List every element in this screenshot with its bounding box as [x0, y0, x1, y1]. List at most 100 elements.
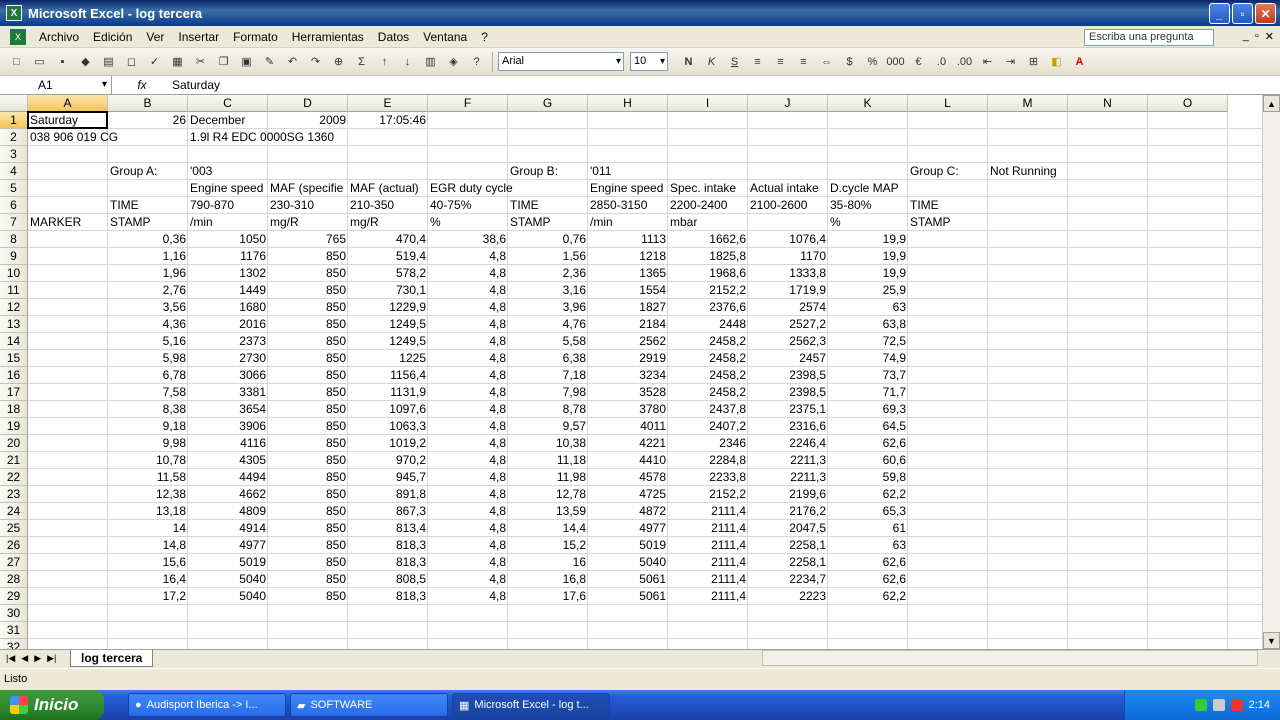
- cell-c6[interactable]: 790-870: [188, 197, 236, 214]
- cell-i29[interactable]: 2111,4: [668, 588, 748, 605]
- cell-i18[interactable]: 2437,8: [668, 401, 748, 418]
- name-box[interactable]: A1: [0, 75, 112, 95]
- cell-e5[interactable]: MAF (actual): [348, 180, 428, 197]
- cell-h25[interactable]: 4977: [588, 520, 668, 537]
- cell-e10[interactable]: 578,2: [348, 265, 428, 282]
- cell-b7[interactable]: STAMP: [108, 214, 152, 231]
- cell-g28[interactable]: 16,8: [508, 571, 588, 588]
- cell-b11[interactable]: 2,76: [108, 282, 188, 299]
- cell-c28[interactable]: 5040: [188, 571, 268, 588]
- volume-icon[interactable]: [1212, 699, 1225, 711]
- row-header-21[interactable]: 21: [0, 452, 28, 469]
- row-header-26[interactable]: 26: [0, 537, 28, 554]
- fill-color-icon[interactable]: ◧: [1046, 51, 1067, 72]
- cell-f8[interactable]: 38,6: [428, 231, 508, 248]
- cell-b4[interactable]: Group A:: [108, 163, 159, 180]
- cell-e8[interactable]: 470,4: [348, 231, 428, 248]
- merge-center-icon[interactable]: ⇔: [816, 51, 837, 72]
- spreadsheet-grid[interactable]: A B C D E F G H I J K L M N O 1 2 3 4 5 6 7 8 9 10 11 12 13 14 15 16 17…: [0, 95, 1262, 649]
- cell-f29[interactable]: 4,8: [428, 588, 508, 605]
- cell-k8[interactable]: 19,9: [828, 231, 908, 248]
- cell-c24[interactable]: 4809: [188, 503, 268, 520]
- cell-d16[interactable]: 850: [268, 367, 348, 384]
- scroll-up-arrow[interactable]: ▲: [1263, 95, 1280, 112]
- cell-k7[interactable]: %: [828, 214, 843, 231]
- cell-f20[interactable]: 4,8: [428, 435, 508, 452]
- cell-i26[interactable]: 2111,4: [668, 537, 748, 554]
- row-header-3[interactable]: 3: [0, 146, 28, 163]
- cell-d1[interactable]: 2009: [268, 112, 348, 129]
- cell-k22[interactable]: 59,8: [828, 469, 908, 486]
- cell-d24[interactable]: 850: [268, 503, 348, 520]
- cell-j20[interactable]: 2246,4: [748, 435, 828, 452]
- cell-b26[interactable]: 14,8: [108, 537, 188, 554]
- cell-b23[interactable]: 12,38: [108, 486, 188, 503]
- cell-c11[interactable]: 1449: [188, 282, 268, 299]
- decrease-decimal-icon[interactable]: .00: [954, 51, 975, 72]
- cell-i7[interactable]: mbar: [668, 214, 699, 231]
- underline-icon[interactable]: S: [724, 51, 745, 72]
- row-header-4[interactable]: 4: [0, 163, 28, 180]
- row-header-20[interactable]: 20: [0, 435, 28, 452]
- cell-h4[interactable]: '011: [588, 163, 613, 180]
- bold-icon[interactable]: N: [678, 51, 699, 72]
- task-software-folder[interactable]: ▰ SOFTWARE: [290, 693, 448, 717]
- row-header-11[interactable]: 11: [0, 282, 28, 299]
- column-header-h[interactable]: H: [588, 95, 668, 112]
- cell-f12[interactable]: 4,8: [428, 299, 508, 316]
- cell-h27[interactable]: 5040: [588, 554, 668, 571]
- cell-b29[interactable]: 17,2: [108, 588, 188, 605]
- align-left-icon[interactable]: ≡: [747, 51, 768, 72]
- cell-i6[interactable]: 2200-2400: [668, 197, 729, 214]
- cell-b1[interactable]: 26: [108, 112, 188, 129]
- cell-f17[interactable]: 4,8: [428, 384, 508, 401]
- cell-m4[interactable]: Not Running: [988, 163, 1059, 180]
- cell-d26[interactable]: 850: [268, 537, 348, 554]
- cell-f13[interactable]: 4,8: [428, 316, 508, 333]
- cell-h13[interactable]: 2184: [588, 316, 668, 333]
- column-header-e[interactable]: E: [348, 95, 428, 112]
- cell-g11[interactable]: 3,16: [508, 282, 588, 299]
- align-center-icon[interactable]: ≡: [770, 51, 791, 72]
- cell-j8[interactable]: 1076,4: [748, 231, 828, 248]
- cell-i23[interactable]: 2152,2: [668, 486, 748, 503]
- cell-d21[interactable]: 850: [268, 452, 348, 469]
- cell-c23[interactable]: 4662: [188, 486, 268, 503]
- row-header-23[interactable]: 23: [0, 486, 28, 503]
- cell-c4[interactable]: '003: [188, 163, 214, 180]
- cell-g25[interactable]: 14,4: [508, 520, 588, 537]
- cell-h15[interactable]: 2919: [588, 350, 668, 367]
- row-header-19[interactable]: 19: [0, 418, 28, 435]
- font-color-icon[interactable]: A: [1069, 51, 1090, 72]
- cell-h5[interactable]: Engine speed: [588, 180, 668, 197]
- doc-minimize-button[interactable]: _: [1243, 30, 1249, 43]
- cell-g18[interactable]: 8,78: [508, 401, 588, 418]
- hyperlink-icon[interactable]: ⊕: [328, 51, 349, 72]
- column-header-g[interactable]: G: [508, 95, 588, 112]
- task-browser[interactable]: ● Audisport Iberica -> I...: [128, 693, 286, 717]
- cell-g6[interactable]: TIME: [508, 197, 541, 214]
- cell-i9[interactable]: 1825,8: [668, 248, 748, 265]
- cell-b22[interactable]: 11,58: [108, 469, 188, 486]
- decrease-indent-icon[interactable]: ⇤: [977, 51, 998, 72]
- row-header-24[interactable]: 24: [0, 503, 28, 520]
- cell-f10[interactable]: 4,8: [428, 265, 508, 282]
- cell-j10[interactable]: 1333,8: [748, 265, 828, 282]
- cell-e1[interactable]: 17:05:46: [348, 112, 428, 129]
- cell-k25[interactable]: 61: [828, 520, 908, 537]
- cell-h19[interactable]: 4011: [588, 418, 668, 435]
- cell-d20[interactable]: 850: [268, 435, 348, 452]
- cell-h6[interactable]: 2850-3150: [588, 197, 649, 214]
- cell-d12[interactable]: 850: [268, 299, 348, 316]
- column-header-b[interactable]: B: [108, 95, 188, 112]
- cell-h18[interactable]: 3780: [588, 401, 668, 418]
- cell-g20[interactable]: 10,38: [508, 435, 588, 452]
- cell-k29[interactable]: 62,2: [828, 588, 908, 605]
- cell-g7[interactable]: STAMP: [508, 214, 552, 231]
- menu-archivo[interactable]: Archivo: [32, 30, 86, 44]
- cell-f21[interactable]: 4,8: [428, 452, 508, 469]
- research-icon[interactable]: ▦: [167, 51, 188, 72]
- cell-b21[interactable]: 10,78: [108, 452, 188, 469]
- cell-c5[interactable]: Engine speed: [188, 180, 268, 197]
- menu-ver[interactable]: Ver: [139, 30, 171, 44]
